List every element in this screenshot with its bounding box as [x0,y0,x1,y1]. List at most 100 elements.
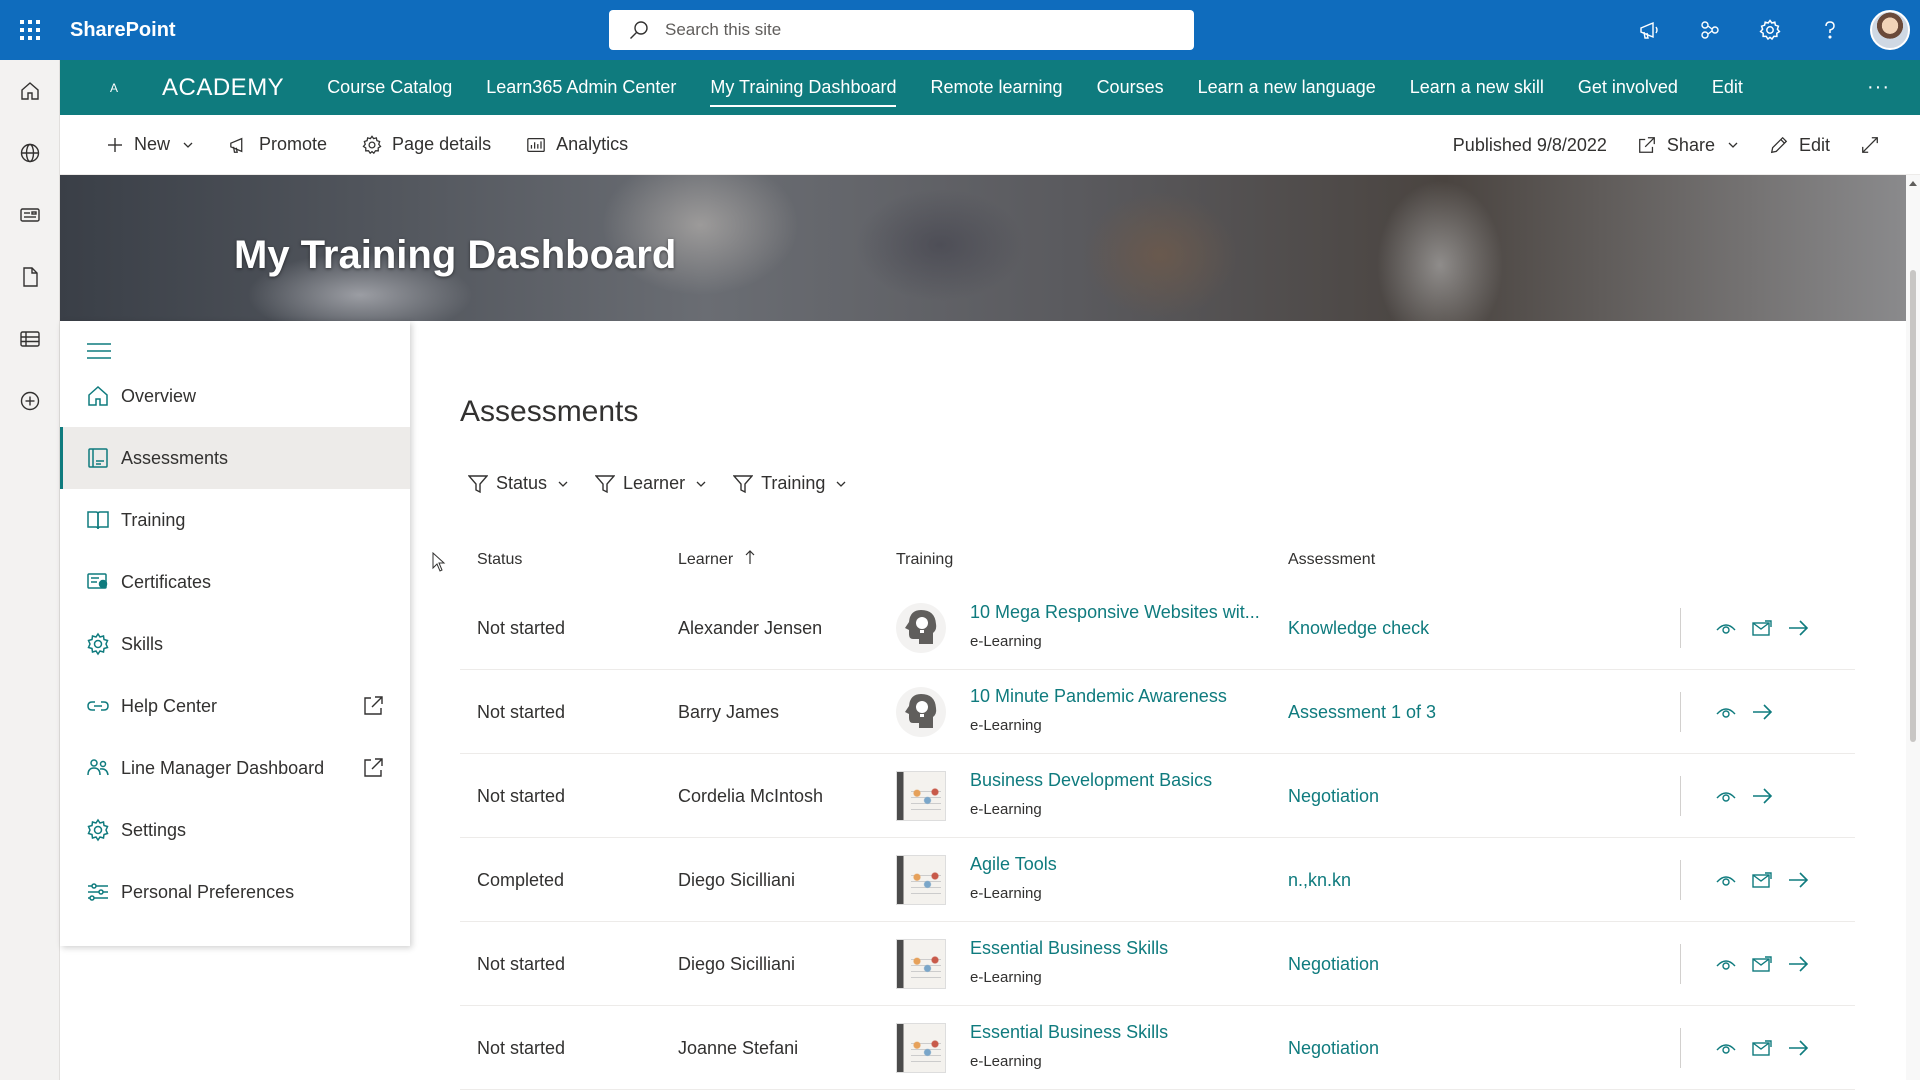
gear-icon[interactable] [1740,0,1800,60]
hub-link-my-training-dashboard[interactable]: My Training Dashboard [693,60,913,115]
training-thumbnail[interactable] [896,1023,946,1073]
expand-icon[interactable] [1860,135,1890,155]
search-icon [630,21,648,39]
hamburger-menu-icon[interactable] [86,341,112,366]
open-arrow-icon[interactable] [1787,1039,1809,1057]
edit-button[interactable]: Edit [1769,135,1830,156]
edit-label: Edit [1798,134,1830,155]
assessment-link[interactable]: Negotiation [1288,1006,1379,1090]
training-thumbnail[interactable] [896,687,946,737]
hub-link-edit[interactable]: Edit [1695,60,1760,115]
nav-item-label: Certificates [121,571,212,592]
send-reminder-icon[interactable] [1751,955,1773,973]
analytics-button[interactable]: Analytics [526,134,628,155]
hub-link-learn365-admin[interactable]: Learn365 Admin Center [469,60,693,115]
column-header-status[interactable]: Status [477,551,522,569]
table-row[interactable]: Not started Joanne Stefani Essential Busin… [460,1006,1855,1090]
nav-item-settings[interactable]: Settings [60,799,410,861]
table-row[interactable]: Not started Diego Sicilliani Essential Bus… [460,922,1855,1006]
nav-item-certificates[interactable]: Certificates [60,551,410,613]
hub-link-learn-skill[interactable]: Learn a new skill [1393,60,1561,115]
app-name[interactable]: SharePoint [70,19,176,42]
training-link[interactable]: Essential Business Skills [970,938,1168,959]
hub-link-course-catalog[interactable]: Course Catalog [310,60,469,115]
news-icon[interactable] [0,184,60,246]
open-arrow-icon[interactable] [1751,703,1773,721]
scroll-up-arrow[interactable] [1909,181,1917,186]
open-arrow-icon[interactable] [1787,619,1809,637]
page-details-button[interactable]: Page details [362,134,491,155]
hub-link-learn-language[interactable]: Learn a new language [1181,60,1393,115]
view-icon[interactable] [1715,872,1737,888]
table-row[interactable]: Not started Cordelia McIntosh Business Dev… [460,754,1855,838]
nav-item-overview[interactable]: Overview [60,365,410,427]
training-thumbnail[interactable] [896,855,946,905]
column-header-learner[interactable]: Learner [678,551,733,569]
scroll-thumb[interactable] [1910,270,1916,742]
nav-item-skills[interactable]: Skills [60,613,410,675]
promote-button[interactable]: Promote [229,134,327,155]
avatar[interactable] [1860,0,1920,60]
more-icon[interactable]: ··· [1867,60,1890,115]
scrollbar[interactable] [1906,175,1920,1080]
assessment-link[interactable]: Negotiation [1288,922,1379,1006]
training-link[interactable]: Business Development Basics [970,770,1212,791]
column-header-assessment[interactable]: Assessment [1288,551,1375,569]
hub-link-get-involved[interactable]: Get involved [1561,60,1695,115]
nav-item-training[interactable]: Training [60,489,410,551]
app-launcher-icon[interactable] [0,0,60,60]
training-link[interactable]: 10 Mega Responsive Websites wit... [970,602,1260,623]
open-arrow-icon[interactable] [1787,871,1809,889]
list-icon[interactable] [0,308,60,370]
nav-item-personal-preferences[interactable]: Personal Preferences [60,861,410,923]
share-network-icon[interactable] [1680,0,1740,60]
training-link[interactable]: Essential Business Skills [970,1022,1168,1043]
learner-cell: Barry James [678,701,780,722]
assessment-link[interactable]: Negotiation [1288,754,1379,838]
hub-link-courses[interactable]: Courses [1080,60,1181,115]
help-icon[interactable] [1800,0,1860,60]
send-reminder-icon[interactable] [1751,1039,1773,1057]
view-icon[interactable] [1715,1040,1737,1056]
open-arrow-icon[interactable] [1787,955,1809,973]
site-logo[interactable]: A [110,81,142,95]
home-icon[interactable] [0,60,60,122]
table-row[interactable]: Not started Alexander Jensen 10 Mega Respo… [460,586,1855,670]
assessment-link[interactable]: Assessment 1 of 3 [1288,670,1436,754]
table-row[interactable]: Not started Barry James 10 Minute Pandemic… [460,670,1855,754]
send-reminder-icon[interactable] [1751,619,1773,637]
assessment-link[interactable]: n.,kn.kn [1288,838,1351,922]
nav-item-assessments[interactable]: Assessments [60,427,410,489]
view-icon[interactable] [1715,956,1737,972]
training-link[interactable]: 10 Minute Pandemic Awareness [970,686,1227,707]
filter-training[interactable]: Training [733,473,847,494]
training-thumbnail[interactable] [896,771,946,821]
open-arrow-icon[interactable] [1751,787,1773,805]
new-button[interactable]: New [106,134,194,155]
view-icon[interactable] [1715,788,1737,804]
document-icon[interactable] [0,246,60,308]
send-reminder-icon[interactable] [1751,871,1773,889]
hub-link-remote-learning[interactable]: Remote learning [913,60,1079,115]
filter-status[interactable]: Status [468,473,569,494]
view-icon[interactable] [1715,704,1737,720]
pencil-icon [1770,136,1788,154]
globe-icon[interactable] [0,122,60,184]
column-header-training[interactable]: Training [896,551,953,569]
share-button[interactable]: Share [1637,135,1739,156]
megaphone-icon[interactable] [1620,0,1680,60]
nav-item-help-center[interactable]: Help Center [60,675,410,737]
assessment-link[interactable]: Knowledge check [1288,586,1429,670]
view-icon[interactable] [1715,620,1737,636]
search-input[interactable]: Search this site [665,20,781,40]
add-icon[interactable] [0,370,60,432]
training-thumbnail[interactable] [896,603,946,653]
search-box[interactable]: Search this site [609,10,1194,50]
site-title[interactable]: ACADEMY [162,74,284,102]
training-link[interactable]: Agile Tools [970,854,1057,875]
filter-learner[interactable]: Learner [595,473,707,494]
nav-item-line-manager-dashboard[interactable]: Line Manager Dashboard [60,737,410,799]
status-cell: Not started [477,1037,566,1058]
table-row[interactable]: Completed Diego Sicilliani Agile Tools e-Le… [460,838,1855,922]
training-thumbnail[interactable] [896,939,946,989]
